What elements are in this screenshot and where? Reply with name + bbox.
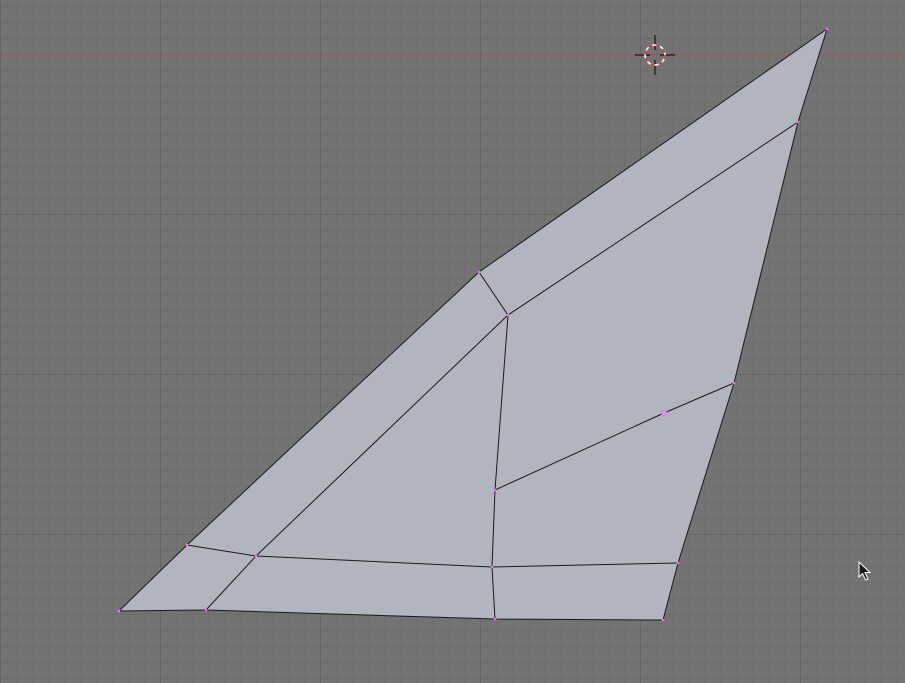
vertex	[254, 554, 258, 558]
mouse-pointer-icon	[858, 561, 872, 581]
active-vertex[interactable]	[660, 409, 668, 417]
mesh-face[interactable]	[118, 28, 828, 621]
vertex	[506, 313, 510, 317]
vertex	[825, 27, 829, 31]
vertex	[204, 608, 208, 612]
3d-viewport[interactable]	[0, 0, 905, 683]
vertex	[676, 561, 680, 565]
vertex	[493, 488, 497, 492]
vertex	[661, 618, 665, 622]
vertex	[796, 120, 800, 124]
vertex	[732, 381, 736, 385]
scene-canvas[interactable]	[0, 0, 905, 683]
vertex	[490, 565, 494, 569]
vertex	[477, 270, 481, 274]
vertex	[117, 609, 121, 613]
vertex	[185, 543, 189, 547]
vertex	[493, 617, 497, 621]
